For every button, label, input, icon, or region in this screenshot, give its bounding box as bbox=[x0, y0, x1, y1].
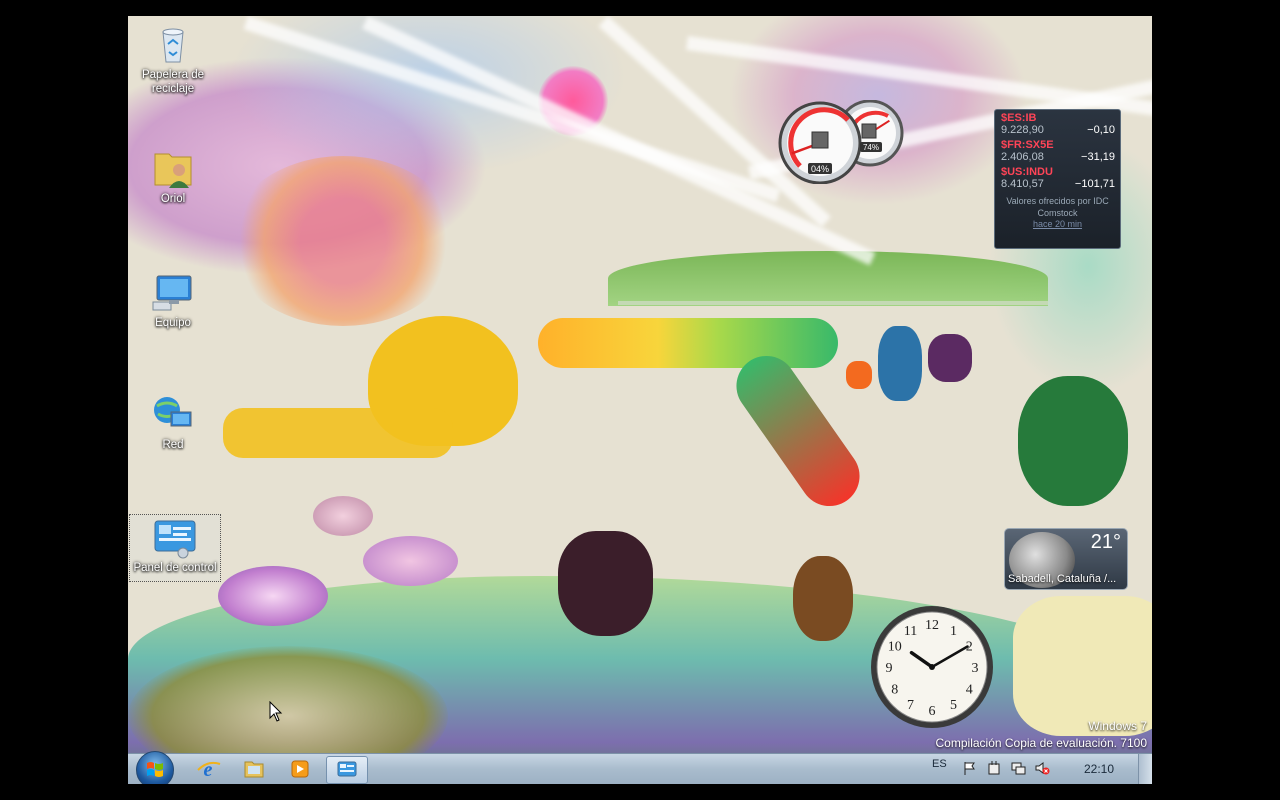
language-indicator[interactable]: ES bbox=[932, 758, 947, 770]
mouse-cursor-icon bbox=[269, 701, 283, 722]
internet-explorer-icon: e bbox=[197, 759, 221, 781]
watermark-line1: Windows 7 bbox=[1088, 719, 1147, 733]
control-panel-icon bbox=[337, 761, 357, 777]
clock-numeral: 10 bbox=[888, 640, 902, 655]
clock-numeral: 5 bbox=[950, 698, 957, 713]
network-tray-icon[interactable] bbox=[1010, 760, 1026, 776]
stock-symbol: $FR:SX5E bbox=[1001, 139, 1054, 151]
stock-value: 8.410,57 bbox=[1001, 178, 1044, 190]
user-folder-icon bbox=[151, 146, 195, 190]
action-center-flag-icon[interactable] bbox=[962, 760, 978, 776]
cpu-meter-gadget[interactable]: 04% 74% bbox=[778, 99, 910, 185]
stock-row: $US:INDU 8.410,57 −101,71 bbox=[995, 164, 1120, 191]
windows-explorer-button[interactable] bbox=[234, 756, 274, 782]
stock-value: 9.228,90 bbox=[1001, 124, 1044, 136]
icon-label: Oriol bbox=[160, 193, 186, 205]
show-desktop-button[interactable] bbox=[1138, 754, 1152, 784]
stocks-provider-text: Valores ofrecidos por IDC Comstock bbox=[1006, 196, 1109, 218]
recycle-bin-icon bbox=[151, 22, 195, 66]
stock-change: −101,71 bbox=[1074, 178, 1115, 190]
weather-location: Sabadell, Cataluña /... bbox=[1008, 573, 1117, 585]
memory-percent-label: 74% bbox=[863, 143, 879, 152]
clock-numeral: 6 bbox=[929, 704, 936, 719]
stock-row: $ES:IB 9.228,90 −0,10 bbox=[995, 110, 1120, 137]
stocks-updated-link[interactable]: hace 20 min bbox=[995, 219, 1120, 229]
start-button[interactable] bbox=[136, 751, 174, 784]
desktop[interactable]: Papelera de reciclaje Oriol Equipo Red P… bbox=[128, 16, 1152, 784]
stocks-gadget[interactable]: $ES:IB 9.228,90 −0,10 $FR:SX5E 2.406,08 −3… bbox=[994, 109, 1121, 249]
media-player-button[interactable] bbox=[280, 756, 320, 782]
network-icon-item[interactable]: Red bbox=[128, 392, 218, 452]
control-panel-icon-item[interactable]: Panel de control bbox=[129, 514, 221, 582]
clock-numeral: 8 bbox=[891, 683, 898, 698]
recycle-bin-icon-item[interactable]: Papelera de reciclaje bbox=[128, 22, 218, 96]
stock-symbol: $US:INDU bbox=[1001, 166, 1053, 178]
media-player-icon bbox=[291, 760, 309, 778]
icon-label: Equipo bbox=[155, 317, 191, 329]
stock-change: −31,19 bbox=[1081, 151, 1115, 163]
icon-label: Red bbox=[162, 439, 184, 451]
control-panel-icon bbox=[153, 515, 197, 559]
stock-value: 2.406,08 bbox=[1001, 151, 1044, 163]
internet-explorer-button[interactable]: e bbox=[188, 756, 228, 782]
clock-numeral: 11 bbox=[904, 624, 917, 639]
windows-logo-icon bbox=[147, 762, 163, 777]
icon-label: Papelera de reciclaje bbox=[141, 69, 205, 95]
stock-change: −0,10 bbox=[1087, 124, 1115, 136]
clock-numeral: 7 bbox=[907, 698, 914, 713]
power-icon[interactable] bbox=[986, 760, 1002, 776]
windows-watermark: Windows 7 Compilación Copia de evaluació… bbox=[936, 718, 1147, 752]
clock-gadget[interactable]: 12 1 2 3 4 5 6 7 8 9 10 11 bbox=[869, 604, 995, 730]
clock-numeral: 3 bbox=[972, 661, 979, 676]
network-icon bbox=[151, 392, 195, 436]
weather-temperature: 21° bbox=[1090, 531, 1121, 553]
clock-numeral: 1 bbox=[950, 624, 957, 639]
stock-row: $FR:SX5E 2.406,08 −31,19 bbox=[995, 137, 1120, 164]
taskbar: e ES 22:10 bbox=[128, 751, 1152, 784]
computer-icon bbox=[151, 270, 195, 314]
taskbar-clock[interactable]: 22:10 bbox=[1084, 762, 1114, 776]
clock-numeral: 9 bbox=[886, 661, 893, 676]
cpu-percent-label: 04% bbox=[811, 164, 829, 174]
computer-icon-item[interactable]: Equipo bbox=[128, 270, 218, 330]
folder-icon bbox=[244, 761, 264, 778]
user-folder-icon-item[interactable]: Oriol bbox=[128, 146, 218, 206]
clock-numeral: 12 bbox=[925, 618, 939, 633]
watermark-line2: Compilación Copia de evaluación. 7100 bbox=[935, 736, 1147, 750]
weather-gadget[interactable]: 21° Sabadell, Cataluña /... bbox=[1004, 528, 1128, 590]
icon-label: Panel de control bbox=[133, 562, 217, 574]
clock-numeral: 4 bbox=[966, 683, 973, 698]
stock-symbol: $ES:IB bbox=[1001, 112, 1037, 124]
volume-muted-icon[interactable] bbox=[1034, 760, 1050, 776]
control-panel-taskbar-button[interactable] bbox=[326, 756, 368, 784]
